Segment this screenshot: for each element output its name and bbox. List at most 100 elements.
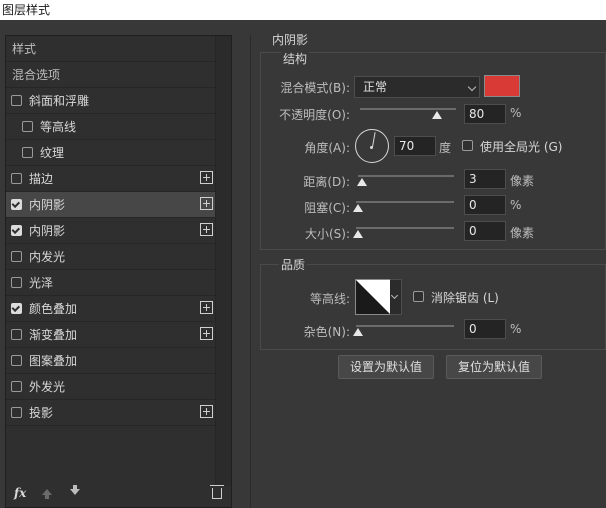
styles-toolbar: fx bbox=[6, 483, 233, 507]
angle-input[interactable]: 70 bbox=[394, 136, 436, 156]
layer-style-dialog: 样式 混合选项 斜面和浮雕 等高线 纹理 描边 内阴影 内阴影 内发光 光泽 颜色叠加 渐变叠加 图案叠… bbox=[0, 20, 606, 508]
add-icon[interactable] bbox=[200, 223, 213, 236]
style-item-label: 斜面和浮雕 bbox=[29, 94, 90, 108]
style-item-label: 投影 bbox=[29, 406, 54, 420]
style-item-label: 渐变叠加 bbox=[29, 328, 78, 342]
opacity-label: 不透明度(O): bbox=[279, 108, 350, 122]
distance-label: 距离(D): bbox=[303, 175, 350, 189]
structure-title: 结构 bbox=[281, 50, 310, 67]
style-checkbox[interactable] bbox=[11, 355, 22, 366]
global-light-label: 使用全局光 (G) bbox=[480, 140, 563, 154]
global-light-checkbox[interactable] bbox=[462, 140, 473, 151]
style-item-label: 纹理 bbox=[40, 146, 65, 160]
style-checkbox[interactable] bbox=[11, 277, 22, 288]
add-icon[interactable] bbox=[200, 327, 213, 340]
contour-dropdown[interactable] bbox=[390, 279, 402, 315]
style-item[interactable]: 内阴影 bbox=[6, 218, 216, 244]
style-checkbox[interactable] bbox=[11, 95, 22, 106]
style-checkbox[interactable] bbox=[11, 407, 22, 418]
blend-mode-select[interactable]: 正常 bbox=[354, 76, 480, 98]
section-title: 内阴影 bbox=[272, 33, 309, 47]
noise-slider-thumb[interactable] bbox=[353, 328, 363, 336]
style-item-label: 混合选项 bbox=[12, 68, 61, 82]
chevron-down-icon bbox=[467, 82, 477, 92]
chevron-down-icon bbox=[390, 291, 399, 300]
style-item[interactable]: 样式 bbox=[6, 36, 216, 62]
style-item[interactable]: 混合选项 bbox=[6, 62, 216, 88]
antialias-label: 消除锯齿 (L) bbox=[431, 291, 499, 305]
angle-dial[interactable] bbox=[355, 129, 389, 163]
move-down-icon[interactable] bbox=[70, 485, 80, 495]
style-checkbox[interactable] bbox=[11, 381, 22, 392]
add-icon[interactable] bbox=[200, 171, 213, 184]
add-icon[interactable] bbox=[200, 197, 213, 210]
angle-unit: 度 bbox=[439, 141, 452, 155]
contour-curve-icon bbox=[356, 280, 390, 314]
style-checkbox[interactable] bbox=[22, 121, 33, 132]
style-item[interactable]: 等高线 bbox=[6, 114, 216, 140]
style-item[interactable]: 外发光 bbox=[6, 374, 216, 400]
choke-slider-thumb[interactable] bbox=[353, 204, 363, 212]
style-item[interactable]: 颜色叠加 bbox=[6, 296, 216, 322]
contour-label: 等高线: bbox=[309, 292, 350, 306]
styles-list: 样式 混合选项 斜面和浮雕 等高线 纹理 描边 内阴影 内阴影 内发光 光泽 颜色叠加 渐变叠加 图案叠… bbox=[6, 36, 216, 426]
size-slider-thumb[interactable] bbox=[353, 230, 363, 238]
size-label: 大小(S): bbox=[304, 227, 350, 241]
style-item-label: 外发光 bbox=[29, 380, 66, 394]
noise-input[interactable]: 0 bbox=[464, 319, 506, 339]
style-item[interactable]: 纹理 bbox=[6, 140, 216, 166]
distance-slider-thumb[interactable] bbox=[357, 178, 367, 186]
style-checkbox[interactable] bbox=[11, 173, 22, 184]
style-item[interactable]: 描边 bbox=[6, 166, 216, 192]
blend-mode-label: 混合模式(B): bbox=[280, 81, 350, 95]
distance-slider[interactable] bbox=[358, 175, 454, 177]
styles-scrollbar[interactable] bbox=[215, 36, 231, 486]
contour-preview[interactable] bbox=[355, 279, 391, 315]
style-checkbox[interactable] bbox=[11, 199, 22, 210]
quality-title: 品质 bbox=[279, 256, 308, 273]
style-checkbox[interactable] bbox=[22, 147, 33, 158]
size-input[interactable]: 0 bbox=[464, 221, 506, 241]
fx-icon[interactable]: fx bbox=[14, 486, 26, 500]
style-item[interactable]: 内发光 bbox=[6, 244, 216, 270]
style-item-label: 样式 bbox=[12, 42, 37, 56]
opacity-input[interactable]: 80 bbox=[464, 104, 506, 124]
trash-icon[interactable] bbox=[210, 485, 224, 499]
set-default-button[interactable]: 设置为默认值 bbox=[338, 355, 434, 379]
noise-unit: % bbox=[510, 322, 522, 336]
add-icon[interactable] bbox=[200, 405, 213, 418]
style-checkbox[interactable] bbox=[11, 303, 22, 314]
style-item[interactable]: 光泽 bbox=[6, 270, 216, 296]
style-item-label: 光泽 bbox=[29, 276, 54, 290]
style-checkbox[interactable] bbox=[11, 225, 22, 236]
distance-input[interactable]: 3 bbox=[464, 169, 506, 189]
size-slider[interactable] bbox=[356, 227, 454, 229]
size-unit: 像素 bbox=[510, 226, 535, 240]
panel-divider bbox=[250, 35, 251, 508]
opacity-slider-thumb[interactable] bbox=[431, 111, 442, 119]
choke-slider[interactable] bbox=[356, 201, 454, 203]
style-checkbox[interactable] bbox=[11, 329, 22, 340]
choke-unit: % bbox=[510, 198, 522, 212]
blend-mode-value: 正常 bbox=[363, 80, 388, 94]
styles-list-panel: 样式 混合选项 斜面和浮雕 等高线 纹理 描边 内阴影 内阴影 内发光 光泽 颜色叠加 渐变叠加 图案叠… bbox=[5, 35, 232, 508]
reset-default-button[interactable]: 复位为默认值 bbox=[446, 355, 542, 379]
antialias-checkbox[interactable] bbox=[413, 291, 424, 302]
shadow-color-swatch[interactable] bbox=[484, 75, 520, 97]
move-up-icon[interactable] bbox=[42, 489, 52, 499]
style-item[interactable]: 内阴影 bbox=[6, 192, 216, 218]
choke-input[interactable]: 0 bbox=[464, 195, 506, 215]
style-item[interactable]: 图案叠加 bbox=[6, 348, 216, 374]
style-item[interactable]: 斜面和浮雕 bbox=[6, 88, 216, 114]
add-icon[interactable] bbox=[200, 301, 213, 314]
style-item[interactable]: 投影 bbox=[6, 400, 216, 426]
choke-label: 阻塞(C): bbox=[304, 201, 350, 215]
style-checkbox[interactable] bbox=[11, 251, 22, 262]
style-item-label: 等高线 bbox=[40, 120, 77, 134]
style-item-label: 颜色叠加 bbox=[29, 302, 78, 316]
opacity-slider[interactable] bbox=[360, 108, 456, 110]
style-item-label: 图案叠加 bbox=[29, 354, 78, 368]
noise-slider[interactable] bbox=[356, 325, 454, 327]
window-title: 图层样式 bbox=[2, 3, 51, 17]
style-item[interactable]: 渐变叠加 bbox=[6, 322, 216, 348]
